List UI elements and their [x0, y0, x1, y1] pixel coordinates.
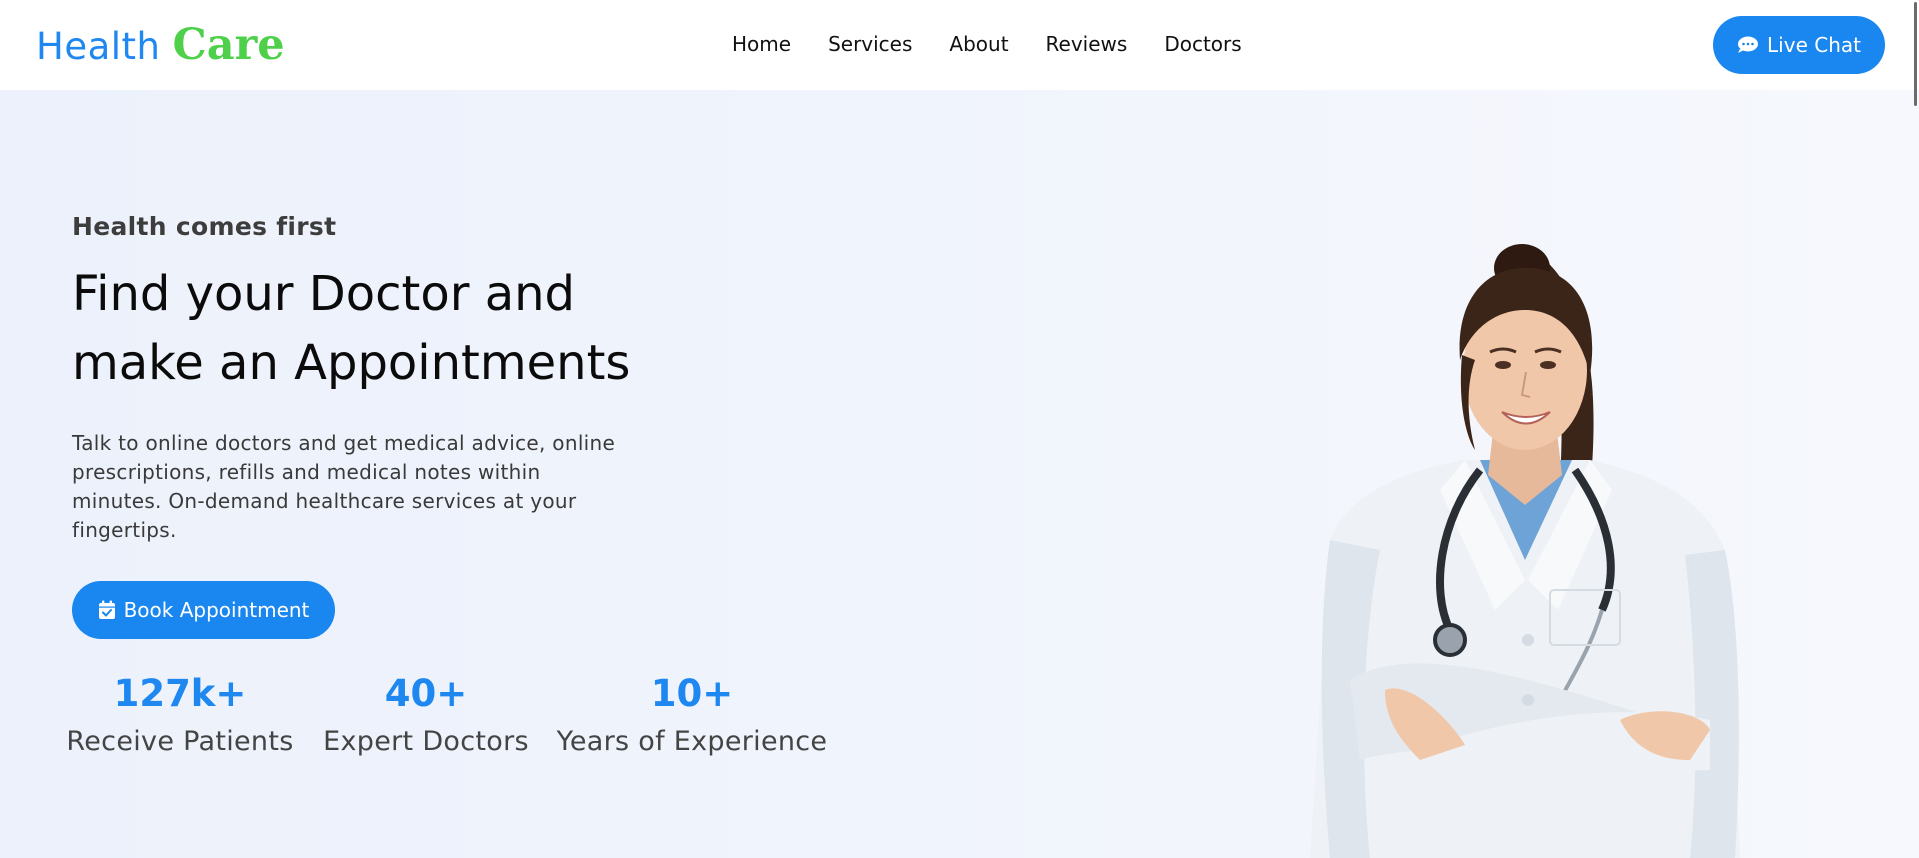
stat-patients: 127k+ Receive Patients [66, 670, 293, 766]
main-nav: Home Services About Reviews Doctors [732, 32, 1242, 56]
stat-value: 127k+ [113, 672, 247, 715]
book-appointment-button[interactable]: Book Appointment [72, 581, 335, 639]
doctor-image [1290, 160, 1760, 858]
stat-doctors: 40+ Expert Doctors [288, 670, 564, 766]
hero-eyebrow: Health comes first [72, 212, 337, 241]
stat-experience: 10+ Years of Experience [557, 670, 827, 766]
hero-section: Health comes first Find your Doctor and … [0, 90, 1919, 858]
nav-link-home[interactable]: Home [732, 32, 791, 56]
page-scrollbar[interactable] [1913, 0, 1919, 858]
hero-headline-line1: Find your Doctor and [72, 266, 575, 322]
stat-label: Years of Experience [556, 726, 828, 757]
nav-link-doctors[interactable]: Doctors [1164, 32, 1241, 56]
scrollbar-thumb[interactable] [1914, 2, 1917, 106]
nav-link-reviews[interactable]: Reviews [1046, 32, 1128, 56]
hero-headline: Find your Doctor and make an Appointment… [72, 260, 712, 398]
stat-value: 10+ [650, 672, 734, 715]
live-chat-label: Live Chat [1767, 33, 1861, 57]
stat-value: 40+ [384, 672, 468, 715]
stats-row: 127k+ Receive Patients 40+ Expert Doctor… [66, 670, 827, 766]
nav-link-services[interactable]: Services [828, 32, 912, 56]
navbar: Health Care Home Services About Reviews … [0, 0, 1919, 90]
live-chat-button[interactable]: Live Chat [1713, 16, 1885, 74]
doctor-illustration [1310, 244, 1740, 858]
nav-link-about[interactable]: About [949, 32, 1008, 56]
logo[interactable]: Health Care [36, 20, 285, 70]
stat-label: Expert Doctors [323, 726, 529, 757]
chat-bubble-icon [1738, 36, 1759, 53]
book-appointment-label: Book Appointment [123, 598, 310, 622]
calendar-check-icon [98, 600, 115, 619]
logo-health: Health [36, 25, 161, 68]
hero-description: Talk to online doctors and get medical a… [72, 431, 616, 542]
hero-headline-line2: make an Appointments [72, 335, 631, 391]
logo-care: Care [172, 20, 285, 70]
stat-label: Receive Patients [66, 726, 294, 757]
